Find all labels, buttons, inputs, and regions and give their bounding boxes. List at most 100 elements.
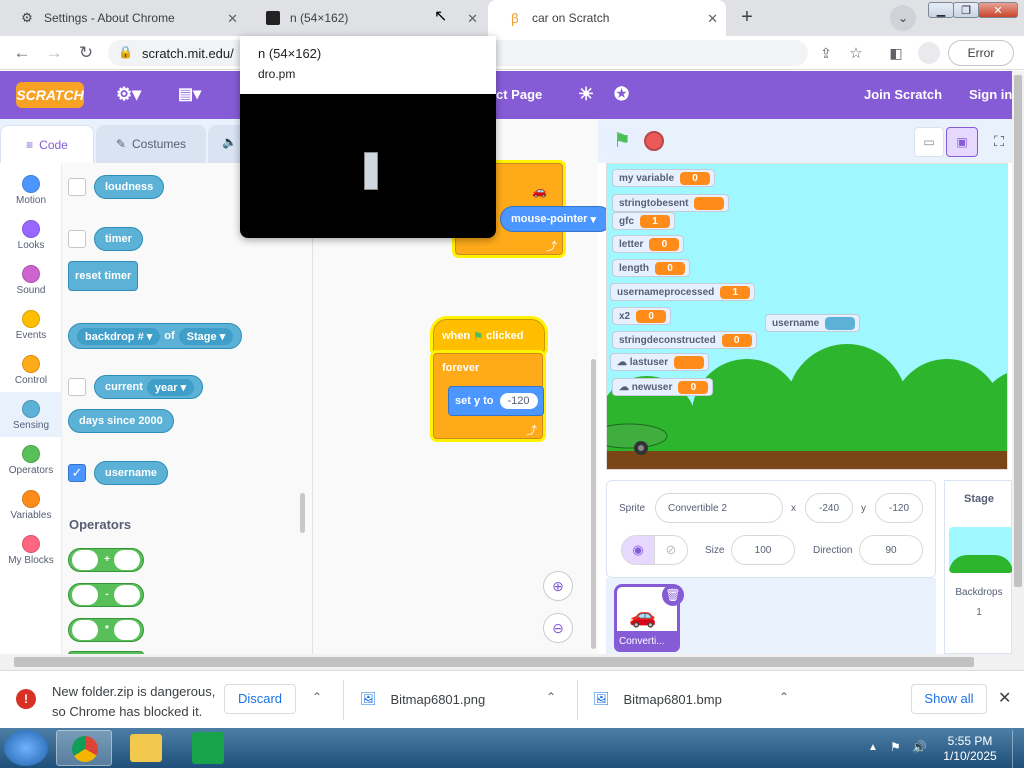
category-control[interactable]: Control [0,347,62,392]
debug-icon[interactable]: ✪ [614,84,629,105]
reset-timer-block[interactable]: reset timer [68,261,139,291]
add-operator-block[interactable]: + [68,548,144,572]
settings-gear-icon[interactable]: ⚙▾ [116,84,141,105]
show-sprite-eye-icon[interactable]: ◉ [621,535,655,565]
backdrop-dropdown[interactable]: backdrop # ▾ [77,327,161,345]
forever-block[interactable]: forever set y to -120 ⤴ [433,353,544,439]
tab-costumes[interactable]: ✎ Costumes [96,125,206,163]
monitor-stringtobesent[interactable]: stringtobesent [612,194,730,212]
zoom-in-icon[interactable]: ⊕ [543,571,573,601]
when-flag-clicked-block[interactable]: when ⚑ clicked [433,319,545,353]
profile-avatar[interactable] [918,42,940,64]
category-sound[interactable]: Sound [0,257,62,302]
share-icon[interactable]: ⇪ [815,36,837,70]
show-all-button[interactable]: Show all [911,684,987,714]
monitor-x2[interactable]: x2 0 [612,307,672,325]
category-events[interactable]: Events [0,302,62,347]
tab-settings[interactable]: ⚙ Settings - About Chrome ✕ [0,0,246,36]
tab-code[interactable]: ≡ Code [0,125,94,163]
set-y-block[interactable]: set y to -120 [448,386,544,416]
username-checkbox[interactable]: ✓ [68,464,86,482]
stage-thumbnail[interactable] [949,527,1013,573]
page-vertical-scrollbar[interactable] [1012,71,1024,654]
timer-block[interactable]: timer [94,227,143,251]
zoom-out-icon[interactable]: ⊖ [543,613,573,643]
start-button[interactable] [4,730,48,766]
close-icon[interactable]: ✕ [227,11,238,27]
monitor-lastuser[interactable]: ☁ lastuser [610,353,710,371]
category-operators[interactable]: Operators [0,437,62,482]
chevron-up-icon[interactable]: ⌃ [546,690,556,704]
stop-icon[interactable] [644,131,664,151]
tray-chevron-icon[interactable]: ▲ [868,742,878,753]
bookmark-star-icon[interactable]: ☆ [845,36,867,70]
hide-sprite-eye-icon[interactable]: ⊘ [654,535,688,565]
volume-icon[interactable]: 🔊 [912,740,927,754]
days-since-2000-block[interactable]: days since 2000 [68,409,174,433]
green-flag-icon[interactable]: ⚑ [606,127,638,157]
file-explorer-icon[interactable] [130,734,162,762]
mouse-pointer-dropdown[interactable]: mouse-pointer ▾ [500,206,612,232]
discard-button[interactable]: Discard [224,684,296,714]
monitor-username[interactable]: username [765,314,861,332]
stage-panel[interactable]: Stage Backdrops 1 [944,480,1013,654]
monitor-letter[interactable]: letter 0 [612,235,685,253]
monitor-usernameprocessed[interactable]: usernameprocessed 1 [610,283,756,301]
minimize-icon[interactable]: ▁ [928,2,954,18]
stage-canvas[interactable]: my variable 0 stringtobesent gfc 1 letter 0… [606,163,1008,470]
palette-scrollbar[interactable] [300,493,305,533]
subtract-operator-block[interactable]: - [68,583,144,607]
taskbar-chrome[interactable] [56,730,112,766]
close-icon[interactable]: ✕ [998,688,1011,708]
clock[interactable]: 5:55 PM 1/10/2025 [940,734,1000,764]
download-item-bmp[interactable]: 🖼 Bitmap6801.bmp [593,670,803,728]
tab-scratch[interactable]: ꞵ car on Scratch ✕ [488,0,726,36]
fullscreen-icon[interactable]: ⛶ [986,127,1012,157]
restore-icon[interactable]: ❐ [953,2,979,18]
delete-sprite-icon[interactable]: 🗑 [662,584,684,606]
tab-image[interactable]: n (54×162) ✕ [246,0,486,36]
close-icon[interactable]: ✕ [707,11,718,27]
category-sensing[interactable]: Sensing [0,392,62,437]
error-button[interactable]: Error [948,40,1014,66]
close-icon[interactable]: ✕ [467,11,478,27]
timer-checkbox[interactable] [68,230,86,248]
new-tab-icon[interactable]: + [735,6,759,30]
tab-search-icon[interactable]: ⌄ [890,5,916,31]
network-flag-icon[interactable]: ⚑ [890,740,901,754]
chevron-up-icon[interactable]: ⌃ [312,690,322,704]
username-block[interactable]: username [94,461,168,485]
normal-stage-icon[interactable]: ▣ [946,127,978,157]
loudness-block[interactable]: loudness [94,175,165,199]
category-my-blocks[interactable]: My Blocks [0,527,62,572]
direction-input[interactable]: 90 [859,535,923,565]
sprite-name-input[interactable]: Convertible 2 [655,493,783,523]
page-horizontal-scrollbar[interactable] [0,654,1024,670]
category-motion[interactable]: Motion [0,167,62,212]
chevron-up-icon[interactable]: ⌃ [779,690,789,704]
monitor-gfc[interactable]: gfc 1 [612,212,675,230]
stage-dropdown[interactable]: Stage ▾ [178,327,234,345]
back-icon[interactable]: ← [8,36,36,70]
monitor-length[interactable]: length 0 [612,259,690,277]
sign-in-link[interactable]: Sign in [969,87,1012,102]
category-looks[interactable]: Looks [0,212,62,257]
monitor-my-variable[interactable]: my variable 0 [612,169,716,187]
join-scratch-link[interactable]: Join Scratch [864,87,942,102]
current-checkbox[interactable] [68,378,86,396]
scroll-thumb[interactable] [14,657,974,667]
side-panel-icon[interactable]: ◧ [885,36,907,70]
year-dropdown[interactable]: year ▾ [146,378,195,396]
scratch-logo[interactable]: SCRATCH [16,82,84,108]
download-item-png[interactable]: 🖼 Bitmap6801.png [360,670,570,728]
backdrop-of-block[interactable]: backdrop # ▾ of Stage ▾ [68,323,243,349]
store-icon[interactable] [192,732,224,764]
small-stage-icon[interactable]: ▭ [914,127,944,157]
set-y-input[interactable]: -120 [499,393,538,409]
script-scrollbar[interactable] [591,359,596,649]
theme-icon[interactable]: ☀ [578,84,594,105]
forward-icon[interactable]: → [40,36,68,70]
reload-icon[interactable]: ↻ [72,36,100,70]
y-input[interactable]: -120 [875,493,923,523]
show-desktop-button[interactable] [1012,730,1024,768]
